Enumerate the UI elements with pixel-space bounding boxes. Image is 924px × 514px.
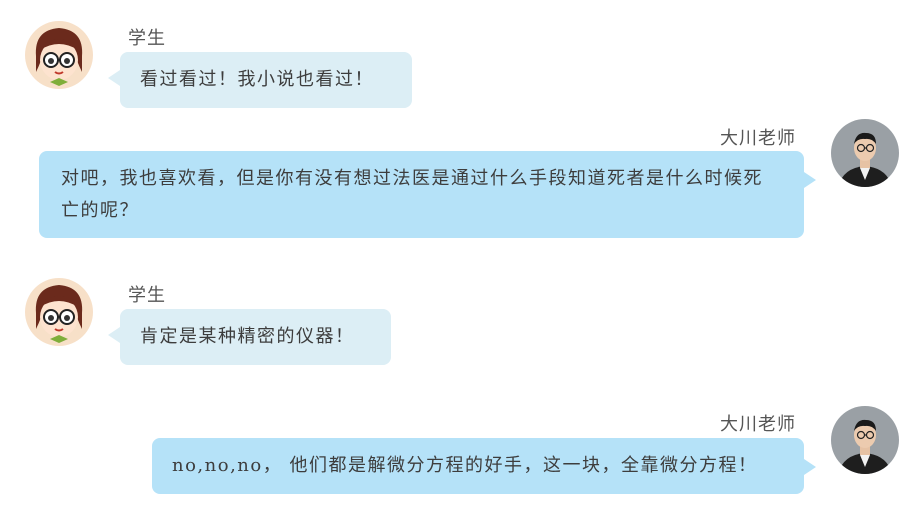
sender-name: 大川老师 bbox=[720, 128, 796, 149]
bubble-tail bbox=[108, 327, 120, 343]
bubble-tail bbox=[108, 70, 120, 86]
student-avatar-icon bbox=[25, 278, 93, 346]
message-bubble: 看过看过！我小说也看过！ bbox=[120, 52, 412, 108]
sender-name: 大川老师 bbox=[720, 414, 796, 435]
bubble-tail bbox=[804, 459, 816, 475]
student-avatar-icon bbox=[25, 21, 93, 89]
message-bubble: no,no,no， 他们都是解微分方程的好手，这一块，全靠微分方程！ bbox=[152, 438, 804, 494]
teacher-avatar-icon bbox=[831, 406, 899, 474]
teacher-avatar-icon bbox=[831, 119, 899, 187]
message-bubble: 对吧，我也喜欢看，但是你有没有想过法医是通过什么手段知道死者是什么时候死亡的呢？ bbox=[39, 151, 804, 238]
sender-name: 学生 bbox=[128, 28, 166, 49]
sender-name: 学生 bbox=[128, 285, 166, 306]
message-bubble: 肯定是某种精密的仪器！ bbox=[120, 309, 391, 365]
bubble-tail bbox=[804, 172, 816, 188]
